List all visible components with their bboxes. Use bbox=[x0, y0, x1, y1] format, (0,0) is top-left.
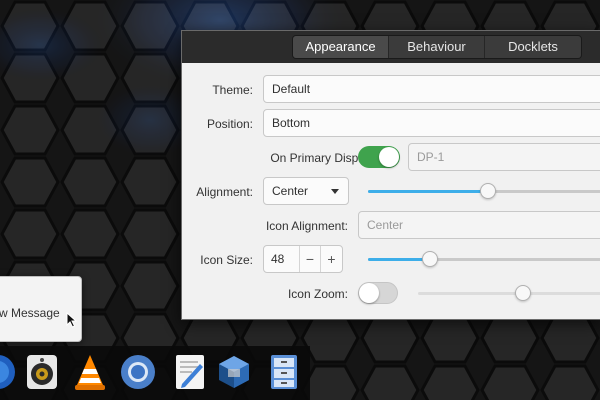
primary-display-switch[interactable] bbox=[358, 146, 400, 168]
tab-docklets[interactable]: Docklets bbox=[485, 36, 581, 58]
icon-zoom-switch[interactable] bbox=[358, 282, 398, 304]
icon-size-increase-button[interactable]: + bbox=[321, 246, 342, 272]
icon-size-decrease-button[interactable]: − bbox=[300, 246, 321, 272]
icon-alignment-field[interactable]: Center bbox=[358, 211, 600, 239]
alignment-slider-thumb[interactable] bbox=[480, 183, 496, 199]
position-field[interactable]: Bottom bbox=[263, 109, 600, 137]
virtualbox-icon[interactable] bbox=[214, 352, 254, 392]
icon-size-value[interactable]: 48 bbox=[264, 246, 300, 272]
icon-alignment-label: Icon Alignment: bbox=[265, 219, 348, 233]
alignment-dropdown[interactable]: Center bbox=[263, 177, 349, 205]
context-menu: w Message bbox=[0, 276, 82, 342]
switch-knob bbox=[379, 147, 399, 167]
alignment-offset-slider[interactable] bbox=[368, 183, 600, 199]
browser-icon[interactable] bbox=[0, 352, 18, 392]
dock-bar bbox=[0, 346, 310, 400]
position-label: Position: bbox=[206, 117, 253, 131]
icon-size-slider-fill bbox=[368, 258, 431, 261]
vlc-icon[interactable] bbox=[70, 352, 110, 392]
switch-knob bbox=[359, 283, 379, 303]
icon-zoom-slider-thumb[interactable] bbox=[514, 285, 531, 301]
icon-size-stepper: 48 − + bbox=[263, 245, 343, 273]
speaker-icon[interactable] bbox=[22, 352, 62, 392]
chevron-down-icon bbox=[331, 189, 339, 194]
tab-behaviour[interactable]: Behaviour bbox=[389, 36, 485, 58]
icon-zoom-slider[interactable] bbox=[418, 285, 600, 301]
alignment-label: Alignment: bbox=[196, 185, 253, 199]
theme-field[interactable]: Default bbox=[263, 75, 600, 103]
file-cabinet-icon[interactable] bbox=[264, 352, 304, 392]
alignment-slider-fill bbox=[368, 190, 488, 193]
mouse-cursor-icon bbox=[66, 312, 78, 328]
display-select[interactable]: DP-1 bbox=[408, 143, 600, 171]
icon-zoom-label: Icon Zoom: bbox=[287, 287, 348, 301]
window-titlebar: Appearance Behaviour Docklets bbox=[182, 31, 600, 63]
dock-settings-window: Appearance Behaviour Docklets Theme: Def… bbox=[181, 30, 600, 320]
icon-size-slider-thumb[interactable] bbox=[422, 251, 439, 267]
text-editor-icon[interactable] bbox=[170, 352, 210, 392]
alignment-value: Center bbox=[272, 184, 309, 198]
icon-size-slider[interactable] bbox=[368, 251, 600, 267]
theme-label: Theme: bbox=[212, 83, 253, 97]
tab-bar: Appearance Behaviour Docklets bbox=[292, 35, 582, 59]
chromium-icon[interactable] bbox=[118, 352, 158, 392]
primary-display-label: On Primary Display: bbox=[270, 151, 377, 165]
icon-size-label: Icon Size: bbox=[200, 253, 253, 267]
tab-appearance[interactable]: Appearance bbox=[293, 36, 389, 58]
